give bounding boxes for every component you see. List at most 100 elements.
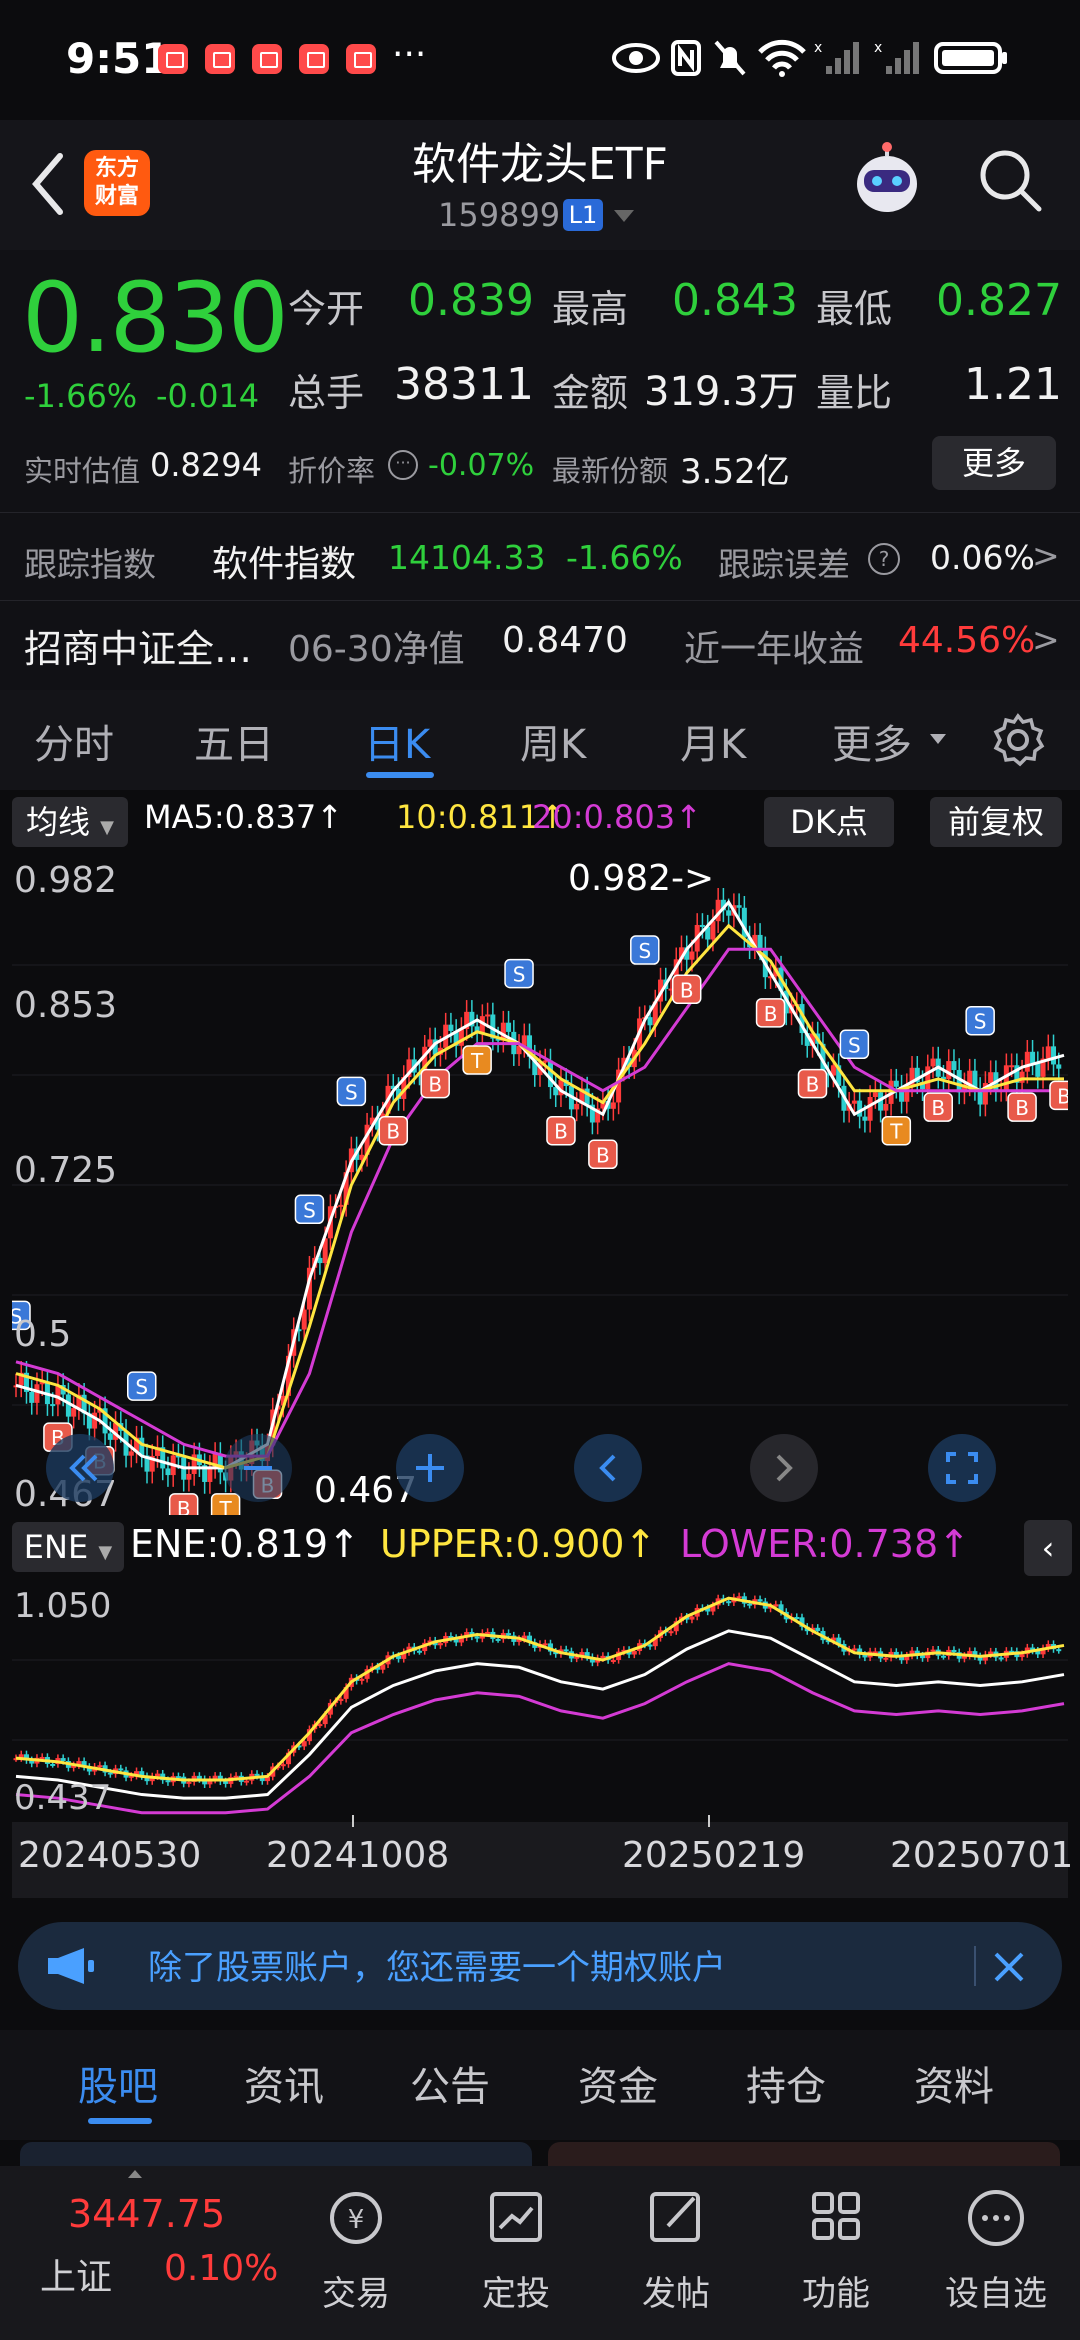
notification-icon — [252, 44, 282, 74]
candle-body — [862, 1116, 868, 1121]
info-icon[interactable]: ··· — [388, 450, 418, 480]
fund-manager[interactable]: 招商中证全… — [24, 618, 252, 673]
dk-point-button[interactable]: DK点 — [764, 797, 894, 847]
candle-body — [165, 1780, 171, 1783]
current-price: 0.830 — [22, 262, 289, 374]
more-circle-icon[interactable] — [936, 2182, 1056, 2252]
candle-body — [574, 1103, 580, 1110]
dropdown-arrow-icon[interactable] — [614, 210, 634, 222]
y-tick-label: 0.437 — [14, 1778, 112, 1818]
candle-body — [883, 1103, 889, 1111]
candle-body — [610, 1659, 616, 1662]
previous-icon[interactable] — [572, 1432, 644, 1504]
trade-icon[interactable]: ¥ — [296, 2182, 416, 2252]
rewind-icon[interactable] — [44, 1432, 116, 1504]
index-change[interactable]: 0.10% — [164, 2248, 278, 2289]
candle-body — [165, 1468, 171, 1476]
tab-intraday[interactable]: 分时 — [34, 712, 114, 770]
tab-announcements[interactable]: 公告 — [410, 2054, 490, 2112]
nav-functions[interactable]: 功能 — [776, 2266, 896, 2315]
signal-marker-label: S — [345, 1080, 358, 1104]
tab-weekly-k[interactable]: 周K — [520, 712, 586, 770]
candle-body — [647, 1644, 653, 1647]
tab-funds[interactable]: 资金 — [578, 2054, 658, 2112]
more-button[interactable]: 更多 — [932, 436, 1056, 490]
tab-profile[interactable]: 资料 — [914, 2054, 994, 2112]
settings-gear-icon[interactable] — [990, 712, 1046, 768]
nav-trade[interactable]: 交易 — [296, 2266, 416, 2315]
return-value: 44.56% — [898, 620, 1036, 661]
high-value: 0.843 — [672, 275, 798, 326]
nav-post[interactable]: 发帖 — [616, 2266, 736, 2315]
content-card-peek — [548, 2142, 1060, 2166]
tab-holdings[interactable]: 持仓 — [746, 2054, 826, 2112]
signal-icon: x — [814, 40, 859, 74]
candle-body — [1024, 1051, 1030, 1072]
volume-label: 总手 — [288, 371, 365, 415]
invest-plan-icon[interactable] — [456, 2182, 576, 2252]
x-tick-label: 20250219 — [622, 1835, 806, 1876]
candle-body — [506, 1022, 512, 1032]
compose-icon[interactable] — [616, 2182, 736, 2252]
tab-news[interactable]: 资讯 — [244, 2054, 324, 2112]
nav-label: 06-30净值 — [288, 629, 465, 670]
tracking-index-name[interactable]: 软件指数 — [212, 535, 356, 587]
nav-add-watchlist[interactable]: 设自选 — [936, 2266, 1056, 2315]
candle-body — [34, 1384, 40, 1403]
candle-body — [726, 1601, 732, 1604]
ma-selector[interactable]: 均线 ▼ — [12, 797, 128, 847]
dropdown-arrow-icon[interactable] — [930, 734, 946, 744]
signal-icon: x — [874, 40, 919, 74]
next-icon[interactable] — [748, 1432, 820, 1504]
level-badge[interactable]: L1 — [563, 199, 603, 231]
chevron-right-icon[interactable]: > — [1032, 536, 1060, 575]
divider — [0, 512, 1080, 513]
candle-body — [689, 951, 695, 960]
ene-chart[interactable] — [12, 1580, 1068, 1820]
ene-selector-label: ENE — [23, 1528, 89, 1566]
tab-daily-k[interactable]: 日K — [364, 712, 430, 770]
apps-icon[interactable] — [776, 2182, 896, 2252]
kline-chart[interactable]: SBBSBTBSSBBTSBBSBSBBSTBSBB — [12, 855, 1068, 1515]
signal-marker-label: B — [1015, 1096, 1029, 1120]
candle-body — [437, 1643, 443, 1646]
zoom-in-icon[interactable] — [394, 1432, 466, 1504]
collapse-icon[interactable]: ‹ — [1024, 1520, 1072, 1576]
app-logo: 东方 财富 — [84, 150, 150, 216]
index-value[interactable]: 3447.75 — [68, 2192, 225, 2236]
tracking-index-change: -1.66% — [566, 538, 683, 577]
search-icon[interactable] — [975, 145, 1045, 215]
candle-body — [244, 1780, 250, 1783]
adjust-button[interactable]: 前复权 — [930, 797, 1062, 847]
chevron-right-icon[interactable]: > — [1032, 620, 1060, 659]
signal-marker-label: B — [428, 1073, 442, 1097]
tab-forum[interactable]: 股吧 — [78, 2054, 158, 2112]
candle-body — [128, 1451, 134, 1456]
banner-text[interactable]: 除了股票账户，您还需要一个期权账户 — [148, 1940, 726, 1989]
low-value: 0.827 — [936, 275, 1062, 326]
notification-icon — [158, 44, 188, 74]
candle-body — [474, 1636, 480, 1639]
zoom-out-icon[interactable] — [222, 1432, 294, 1504]
tab-more[interactable]: 更多 — [832, 712, 912, 770]
candle-body — [154, 1773, 160, 1777]
tab-five-day[interactable]: 五日 — [194, 712, 274, 770]
tracking-error-label: 跟踪误差 — [718, 545, 850, 584]
expand-up-icon[interactable] — [128, 2170, 142, 2178]
volume-value: 38311 — [394, 359, 534, 410]
ene-selector[interactable]: ENE ▼ — [12, 1522, 124, 1572]
candle-body — [118, 1768, 124, 1771]
fund-title: 软件龙头ETF — [412, 139, 668, 190]
tab-monthly-k[interactable]: 月K — [680, 712, 746, 770]
back-button[interactable] — [20, 144, 80, 224]
fullscreen-icon[interactable] — [926, 1432, 998, 1504]
tracking-error-value: 0.06% — [930, 538, 1035, 577]
index-name[interactable]: 上证 — [40, 2248, 112, 2300]
help-icon[interactable]: ? — [868, 543, 900, 575]
robot-assistant-icon[interactable] — [846, 140, 928, 222]
nav-invest-plan[interactable]: 定投 — [456, 2266, 576, 2315]
close-icon[interactable] — [990, 1948, 1028, 1986]
signal-marker-label: S — [848, 1033, 861, 1057]
divider — [974, 1946, 976, 1986]
candle-body — [186, 1473, 192, 1480]
